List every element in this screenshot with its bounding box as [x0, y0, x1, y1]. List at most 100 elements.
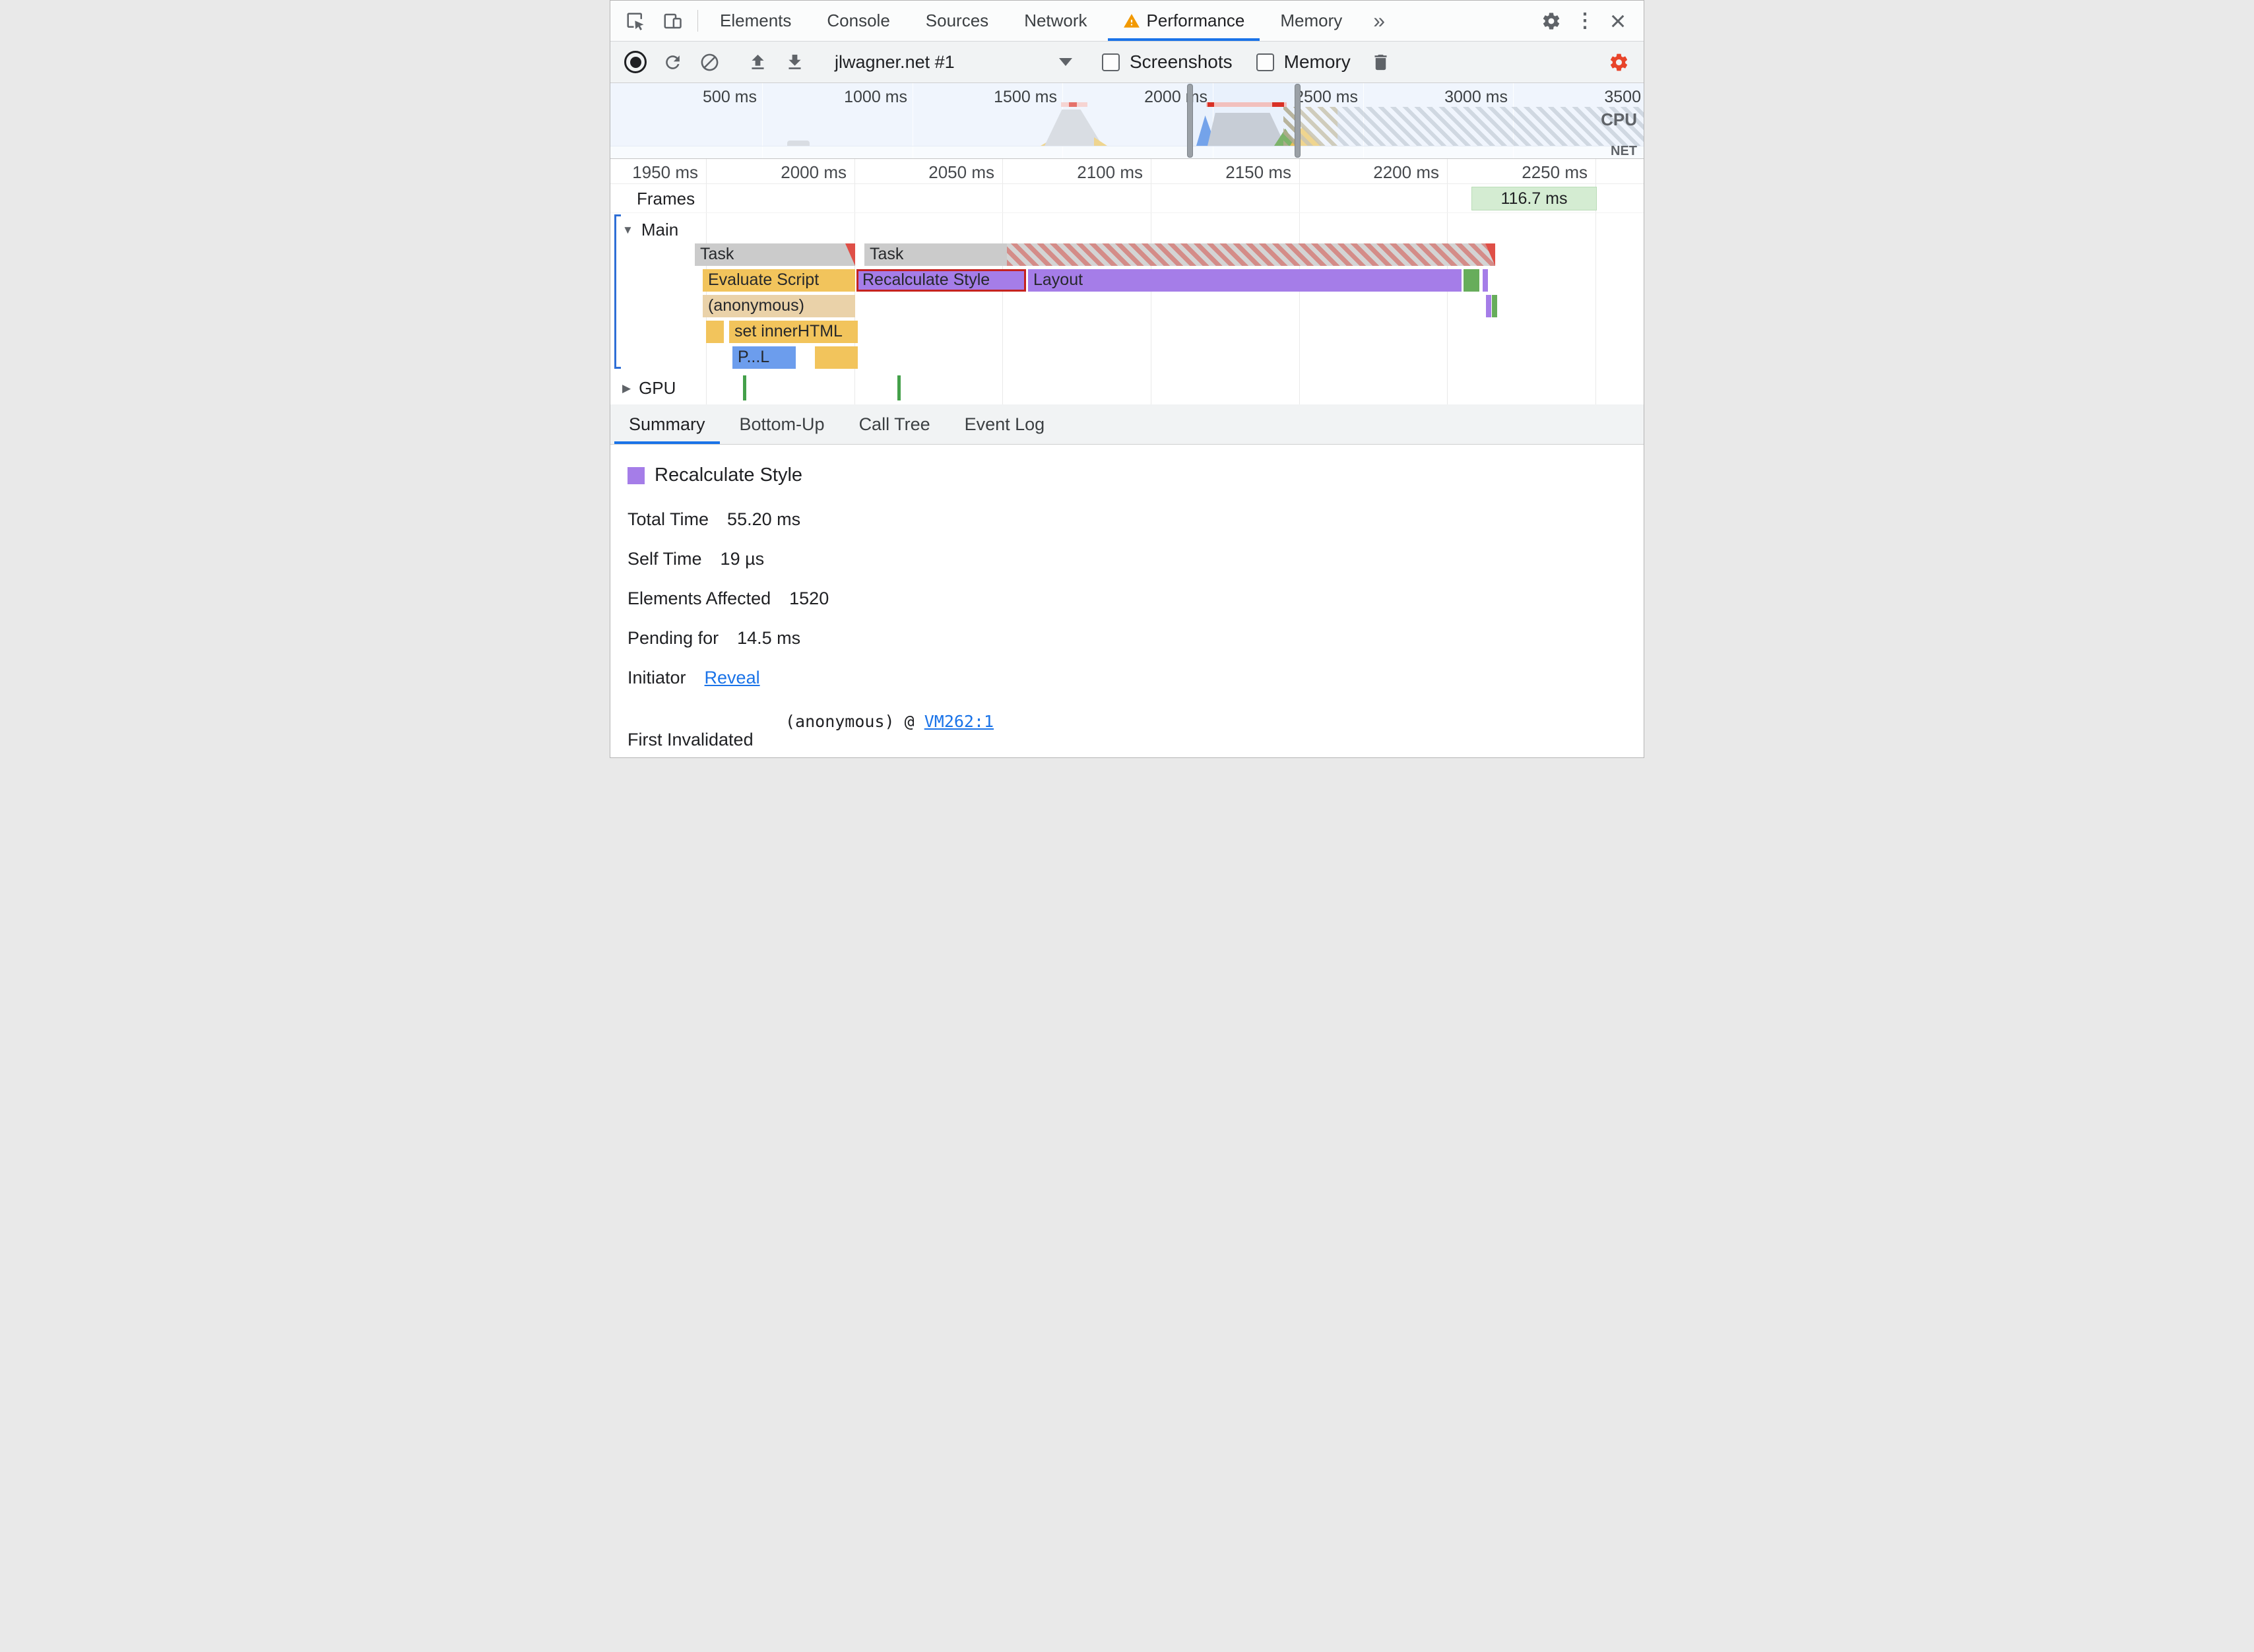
- flame-bar[interactable]: Layout: [1028, 269, 1462, 292]
- clear-recording-button[interactable]: [692, 46, 726, 78]
- flame-bar-label: Recalculate Style: [862, 270, 990, 289]
- frame-duration-chip[interactable]: 116.7 ms: [1471, 187, 1597, 210]
- flame-bar[interactable]: (anonymous): [703, 295, 855, 317]
- reload-and-record-button[interactable]: [655, 46, 690, 78]
- stack-frame-source-link[interactable]: VM262:1: [924, 712, 994, 731]
- capture-settings-button[interactable]: [1601, 46, 1636, 78]
- tab-memory[interactable]: Memory: [1262, 1, 1360, 41]
- tab-label: Console: [827, 11, 890, 30]
- event-title: Recalculate Style: [655, 464, 803, 486]
- flame-chart[interactable]: Task Task Evaluate Script Recalculate Style…: [610, 242, 1644, 371]
- summary-row: Self Time 19 µs: [628, 549, 1644, 569]
- save-profile-button[interactable]: [777, 46, 812, 78]
- garbage-collect-button[interactable]: [1364, 46, 1398, 78]
- clear-icon: [701, 53, 718, 71]
- overview-time-label: 3000 ms: [1444, 88, 1508, 106]
- initiator-reveal-link[interactable]: Reveal: [705, 668, 760, 688]
- window-right-handle[interactable]: [1295, 84, 1301, 158]
- tab-label: Bottom-Up: [739, 414, 825, 434]
- summary-row-label: Initiator: [628, 668, 686, 687]
- tab-network[interactable]: Network: [1006, 1, 1105, 41]
- flame-bar[interactable]: Recalculate Style: [856, 269, 1026, 292]
- timeline-detail: 1950 ms 2000 ms 2050 ms 2100 ms 2150 ms …: [610, 159, 1644, 404]
- memory-checkbox[interactable]: [1256, 53, 1274, 71]
- tab-label: Performance: [1146, 11, 1245, 30]
- summary-row-value: 55.20 ms: [727, 509, 801, 529]
- collapse-icon: ▶: [622, 381, 631, 395]
- overview-time-label: 1000 ms: [844, 88, 907, 106]
- frame-duration-label: 116.7 ms: [1500, 189, 1568, 208]
- flame-bar-label: Evaluate Script: [708, 270, 820, 289]
- tab-sources[interactable]: Sources: [908, 1, 1006, 41]
- tab-bottom-up[interactable]: Bottom-Up: [723, 404, 842, 444]
- stack-frame-function: (anonymous) @: [785, 712, 924, 731]
- first-invalidated-row: (anonymous) @ VM262:1 First Invalidated: [628, 712, 1644, 757]
- record-button[interactable]: [618, 46, 653, 78]
- main-track-toggle[interactable]: ▼ Main: [622, 220, 678, 240]
- download-icon: [788, 54, 801, 69]
- flame-bar[interactable]: set innerHTML: [729, 321, 858, 343]
- tab-performance[interactable]: Performance: [1105, 1, 1263, 41]
- chevron-down-icon: [1059, 58, 1072, 66]
- summary-row-label: Pending for: [628, 628, 719, 648]
- gpu-activity-tick: [743, 375, 746, 400]
- window-left-handle[interactable]: [1187, 84, 1193, 158]
- flame-bar[interactable]: Task: [695, 243, 855, 266]
- load-profile-button[interactable]: [740, 46, 775, 78]
- memory-label: Memory: [1283, 51, 1351, 72]
- timeline-overview[interactable]: 500 ms 1000 ms 1500 ms 2000 ms 2500 ms 3…: [610, 83, 1644, 159]
- flame-bar[interactable]: Evaluate Script: [703, 269, 855, 292]
- ruler-time-label: 2050 ms: [928, 162, 994, 182]
- frames-track-label: Frames: [637, 189, 695, 208]
- recording-select[interactable]: jlwagner.net #1: [835, 52, 1072, 73]
- flame-bar[interactable]: [1464, 269, 1479, 292]
- screenshots-label: Screenshots: [1130, 51, 1233, 72]
- close-icon: ×: [1609, 5, 1626, 36]
- tab-summary[interactable]: Summary: [612, 404, 723, 444]
- flame-bar-label: Task: [700, 245, 734, 263]
- summary-row-label: Total Time: [628, 509, 709, 529]
- flame-bar[interactable]: [1486, 295, 1491, 317]
- flame-bar[interactable]: [815, 346, 858, 369]
- more-tabs-button[interactable]: »: [1360, 1, 1398, 41]
- flame-bar[interactable]: P...L: [732, 346, 796, 369]
- record-icon: [624, 51, 647, 73]
- flame-bar[interactable]: [706, 321, 724, 343]
- event-legend: Recalculate Style: [628, 464, 1644, 486]
- ruler-time-label: 2250 ms: [1522, 162, 1588, 182]
- chevrons-icon: »: [1373, 9, 1386, 32]
- gpu-track-toggle[interactable]: ▶ GPU: [622, 378, 676, 398]
- tab-elements[interactable]: Elements: [702, 1, 809, 41]
- inspect-element-button[interactable]: [618, 5, 653, 37]
- devtools-window: Elements Console Sources Network Perform…: [610, 0, 1644, 758]
- memory-checkbox-row[interactable]: Memory: [1256, 51, 1351, 73]
- warning-icon: [1123, 13, 1140, 28]
- tab-label: Network: [1024, 11, 1087, 30]
- summary-row-value: 19 µs: [720, 549, 765, 569]
- device-toolbar-button[interactable]: [655, 5, 690, 37]
- flame-bar-label: (anonymous): [708, 296, 804, 315]
- settings-button[interactable]: [1534, 5, 1568, 37]
- more-options-button[interactable]: ⋮: [1570, 9, 1600, 32]
- detail-ruler: 1950 ms 2000 ms 2050 ms 2100 ms 2150 ms …: [610, 159, 1644, 184]
- screenshots-checkbox[interactable]: [1102, 53, 1120, 71]
- summary-row: Elements Affected 1520: [628, 588, 1644, 609]
- overview-time-label: 3500: [1604, 88, 1641, 106]
- event-color-swatch: [628, 466, 645, 484]
- summary-row-label: Self Time: [628, 549, 702, 569]
- tab-console[interactable]: Console: [809, 1, 907, 41]
- recording-select-value: jlwagner.net #1: [835, 51, 955, 72]
- flame-bar[interactable]: [1483, 269, 1488, 292]
- cpu-activity-shape: [1208, 113, 1285, 146]
- frames-track: Frames 116.7 ms: [610, 184, 1644, 213]
- screenshots-checkbox-row[interactable]: Screenshots: [1102, 51, 1233, 73]
- tab-call-tree[interactable]: Call Tree: [842, 404, 948, 444]
- tab-event-log[interactable]: Event Log: [948, 404, 1062, 444]
- close-devtools-button[interactable]: ×: [1601, 7, 1634, 35]
- flame-bar[interactable]: [1007, 243, 1495, 266]
- devtools-tab-bar: Elements Console Sources Network Perform…: [610, 1, 1644, 42]
- flame-bar[interactable]: [1492, 295, 1497, 317]
- summary-row-value: 1520: [789, 588, 829, 608]
- ruler-time-label: 2200 ms: [1373, 162, 1439, 182]
- gear-alert-icon: [1610, 53, 1627, 71]
